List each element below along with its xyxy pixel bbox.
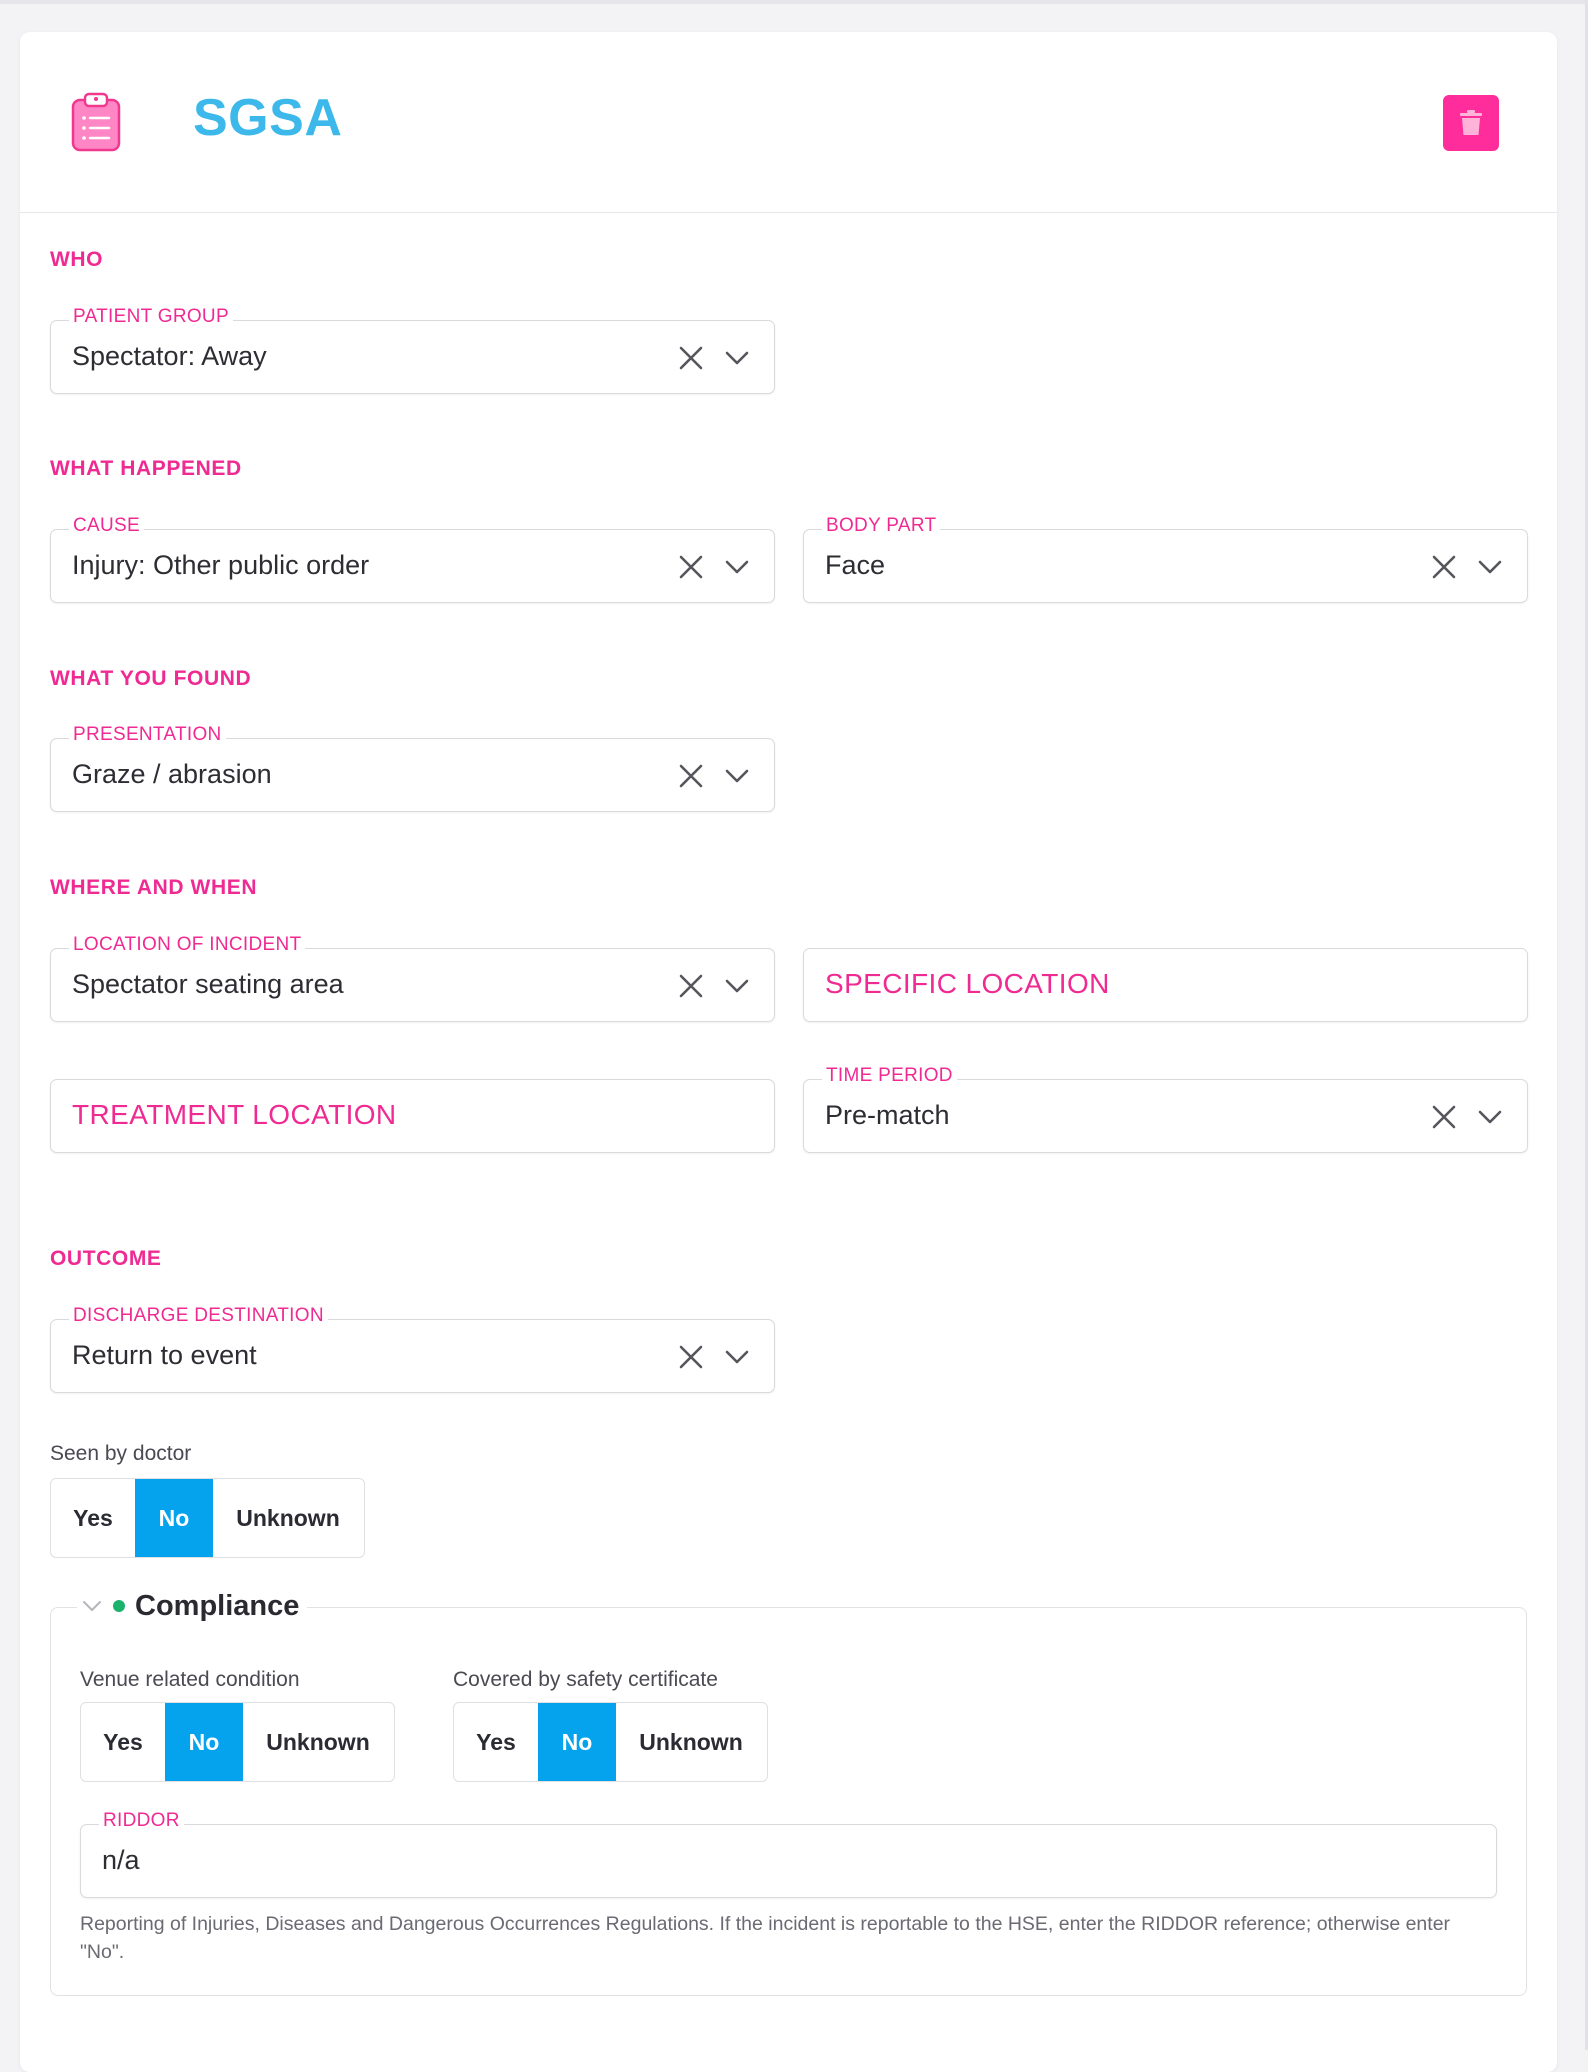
delete-button[interactable] xyxy=(1443,95,1499,151)
section-title-who: WHO xyxy=(50,248,104,271)
location-of-incident-select[interactable]: LOCATION OF INCIDENT Spectator seating a… xyxy=(50,934,775,1022)
covered-by-certificate-toggle: Yes No Unknown xyxy=(453,1702,768,1782)
covered-by-certificate-label: Covered by safety certificate xyxy=(453,1668,718,1691)
chevron-down-icon[interactable] xyxy=(724,348,750,368)
card-title: SGSA xyxy=(193,89,343,147)
venue-related-label: Venue related condition xyxy=(80,1668,300,1691)
section-title-outcome: OUTCOME xyxy=(50,1247,162,1270)
field-value: Graze / abrasion xyxy=(72,759,272,789)
sgsa-card: SGSA WHO PATIENT GROUP Spectator: Away W… xyxy=(20,32,1557,2072)
chevron-down-icon[interactable] xyxy=(1477,557,1503,577)
field-label: DISCHARGE DESTINATION xyxy=(69,1305,328,1327)
field-value: Return to event xyxy=(72,1340,257,1370)
field-value: Injury: Other public order xyxy=(72,550,370,580)
chevron-down-icon[interactable] xyxy=(724,976,750,996)
cause-select[interactable]: CAUSE Injury: Other public order xyxy=(50,515,775,603)
close-icon[interactable] xyxy=(678,1344,704,1370)
field-label: LOCATION OF INCIDENT xyxy=(69,934,306,956)
seen-by-doctor-label: Seen by doctor xyxy=(50,1442,192,1465)
trash-icon xyxy=(1460,110,1482,135)
seen-by-doctor-yes[interactable]: Yes xyxy=(51,1479,135,1557)
field-label: RIDDOR xyxy=(99,1810,184,1832)
time-period-select[interactable]: TIME PERIOD Pre-match xyxy=(803,1065,1528,1153)
compliance-title: Compliance xyxy=(135,1589,300,1622)
section-title-what-happened: WHAT HAPPENED xyxy=(50,457,242,480)
section-title-where-and-when: WHERE AND WHEN xyxy=(50,876,258,899)
field-label: CAUSE xyxy=(69,515,144,537)
compliance-legend[interactable]: Compliance xyxy=(77,1586,308,1626)
close-icon[interactable] xyxy=(1431,554,1457,580)
field-label: PRESENTATION xyxy=(69,724,226,746)
status-dot xyxy=(113,1600,125,1612)
patient-group-select[interactable]: PATIENT GROUP Spectator: Away xyxy=(50,306,775,394)
chevron-down-icon[interactable] xyxy=(81,1599,103,1613)
field-value: n/a xyxy=(102,1845,140,1875)
section-title-what-you-found: WHAT YOU FOUND xyxy=(50,667,252,690)
seen-by-doctor-toggle: Yes No Unknown xyxy=(50,1478,365,1558)
compliance-fieldset: Compliance Venue related condition Yes N… xyxy=(50,1586,1527,1996)
presentation-select[interactable]: PRESENTATION Graze / abrasion xyxy=(50,724,775,812)
covered-by-certificate-unknown[interactable]: Unknown xyxy=(616,1703,766,1781)
close-icon[interactable] xyxy=(678,345,704,371)
venue-related-yes[interactable]: Yes xyxy=(81,1703,165,1781)
close-icon[interactable] xyxy=(678,763,704,789)
close-icon[interactable] xyxy=(678,554,704,580)
specific-location-input[interactable]: SPECIFIC LOCATION xyxy=(803,948,1528,1022)
body-part-select[interactable]: BODY PART Face xyxy=(803,515,1528,603)
top-border xyxy=(0,0,1588,4)
venue-related-unknown[interactable]: Unknown xyxy=(243,1703,393,1781)
chevron-down-icon[interactable] xyxy=(724,766,750,786)
clipboard-icon xyxy=(71,92,121,152)
close-icon[interactable] xyxy=(1431,1104,1457,1130)
chevron-down-icon[interactable] xyxy=(724,557,750,577)
covered-by-certificate-yes[interactable]: Yes xyxy=(454,1703,538,1781)
covered-by-certificate-no[interactable]: No xyxy=(538,1703,616,1781)
venue-related-toggle: Yes No Unknown xyxy=(80,1702,395,1782)
field-label: PATIENT GROUP xyxy=(69,306,233,328)
field-value: Spectator seating area xyxy=(72,969,344,999)
chevron-down-icon[interactable] xyxy=(724,1347,750,1367)
field-value: Face xyxy=(825,550,886,580)
riddor-help-text: Reporting of Injuries, Diseases and Dang… xyxy=(80,1913,1451,1963)
riddor-input[interactable]: RIDDOR n/a xyxy=(80,1810,1497,1898)
field-placeholder: TREATMENT LOCATION xyxy=(72,1099,397,1130)
close-icon[interactable] xyxy=(678,973,704,999)
field-placeholder: SPECIFIC LOCATION xyxy=(825,968,1110,999)
field-label: TIME PERIOD xyxy=(822,1065,957,1087)
seen-by-doctor-no[interactable]: No xyxy=(135,1479,213,1557)
field-value: Spectator: Away xyxy=(72,341,267,371)
treatment-location-input[interactable]: TREATMENT LOCATION xyxy=(50,1079,775,1153)
chevron-down-icon[interactable] xyxy=(1477,1107,1503,1127)
discharge-destination-select[interactable]: DISCHARGE DESTINATION Return to event xyxy=(50,1305,775,1393)
field-label: BODY PART xyxy=(822,515,941,537)
card-header: SGSA xyxy=(20,32,1557,213)
seen-by-doctor-unknown[interactable]: Unknown xyxy=(213,1479,363,1557)
venue-related-no[interactable]: No xyxy=(165,1703,243,1781)
field-value: Pre-match xyxy=(825,1100,950,1130)
